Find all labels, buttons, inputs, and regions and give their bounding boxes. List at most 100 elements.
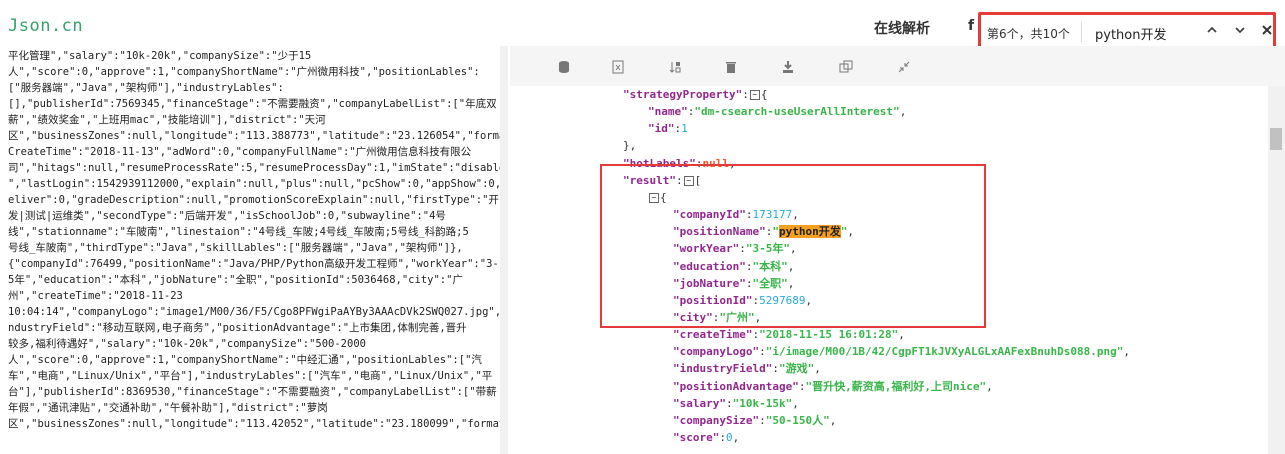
tree-row: "name":"dm-csearch-useUserAllInterest", [648,103,906,120]
find-input[interactable]: python开发 [1095,24,1166,43]
delete-icon[interactable] [723,60,739,76]
collapse-toggle-icon[interactable]: − [683,175,694,186]
json-number-value: 173177 [752,208,793,222]
json-string-value: "本科" [752,260,787,273]
raw-json-line: [],"publisherId":7569345,"financeStage":… [8,98,497,110]
json-string-value: "10k-15k" [733,397,793,410]
sort-icon[interactable] [667,60,683,76]
tree-row: "companyId":173177, [673,206,799,223]
json-string-value: "晋升快,薪资高,福利好,上司nice" [805,380,986,393]
raw-json-line: ndustryField":"移动互联网,电子商务","positionAdva… [8,322,467,334]
json-key: "salary" [673,396,726,410]
json-key: "createTime" [673,328,753,342]
raw-json-line: 较多,福利待遇好","salary":"10k-20k","companySiz… [8,338,366,350]
raw-json-line: 州","createTime":"2018-11-23 [8,290,183,302]
punctuation: { [660,190,667,204]
json-null-value: null [702,156,729,170]
json-tree-view: "strategyProperty": −{"name":"dm-csearch-… [510,86,1268,454]
find-bar: 第6个，共10个 python开发 [978,12,1276,50]
viewer-toolbar [510,46,1270,86]
punctuation: : [739,242,746,256]
punctuation: : [675,173,683,187]
raw-json-line: 5年","education":"本科","jobNature":"全职","p… [8,274,463,286]
json-string-value: "dm-csearch-useUserAllInterest" [694,105,900,119]
chevron-up-icon[interactable] [1201,21,1223,43]
json-string-value: "游戏" [779,362,814,375]
raw-json-line: 人","score":0,"approve":1,"companyShortNa… [8,354,482,366]
tree-row: }, [623,137,636,154]
database-icon[interactable] [556,60,572,76]
raw-json-line: 号线_车陂南","thirdType":"Java","skillLables"… [8,242,463,254]
punctuation: : [725,396,733,410]
json-key: "positionAdvantage" [673,379,799,393]
chevron-down-icon[interactable] [1229,21,1251,43]
editor-scrollbar[interactable] [500,46,508,454]
tree-row: "companySize":"50-150人", [673,412,836,429]
string-text: i/image/M00/1B/42/CgpFT1kJVXyALGLxAAFexB… [772,345,1117,359]
punctuation: , [986,379,993,393]
quote: " [759,328,766,342]
raw-json-line: 薪","绩效奖金","上班用mac","技能培训"],"district":"天… [8,114,326,126]
raw-json-editor[interactable]: 平化管理","salary":"10k-20k","companySize":"… [0,46,500,454]
json-number-value: 5297689 [759,293,806,307]
quote: " [781,276,788,290]
string-text: 晋升快,薪资高,福利好,上司nice [812,379,980,393]
tree-row: "education":"本科", [673,258,794,275]
punctuation: , [1123,345,1130,359]
punctuation: : [759,345,766,359]
string-text: 游戏 [785,362,808,376]
highlighted-string: python开发 [778,225,841,239]
string-text: 广州 [726,310,748,324]
raw-json-line: 平化管理","salary":"10k-20k","companySize":"… [8,50,312,62]
json-key: "positionName" [673,225,766,239]
tree-row: "workYear":"3-5年", [673,240,797,257]
json-string-value: "全职" [752,277,787,290]
tree-row: "createTime":"2018-11-15 16:01:28", [673,326,905,343]
punctuation: [ [694,173,702,187]
nav-item-partial[interactable]: f [968,18,974,34]
json-key: "name" [648,105,688,119]
json-key: "id" [648,122,675,136]
raw-json-line: 年假","通讯津贴","交通补助","午餐补助"],"district":"萝岗 [8,402,328,414]
punctuation: , [789,242,797,256]
punctuation: : [719,431,726,444]
collapse-toggle-icon[interactable]: − [649,192,659,203]
punctuation: , [792,396,799,410]
scrollbar-thumb[interactable] [1270,128,1282,150]
compress-icon[interactable] [896,60,912,76]
raw-json-line: 司","hitags":null,"resumeProcessRate":5,"… [8,162,500,174]
tree-row: "id":1 [648,120,688,137]
punctuation: : [759,413,766,427]
raw-json-line: 人","score":0,"approve":1,"companyShortNa… [8,66,480,78]
json-key: "result" [623,173,676,187]
json-key: "companyId" [673,208,746,222]
json-key: "hotLabels" [623,156,696,170]
raw-json-line: 10:04:14","companyLogo":"image1/M00/36/F… [8,306,500,318]
tree-row: "jobNature":"全职", [673,275,794,292]
excel-icon[interactable] [610,60,626,76]
punctuation: , [732,431,740,444]
raw-json-line: {"companyId":76499,"positionName":"Java/… [8,258,499,270]
tree-row: "city":"广州", [673,309,761,326]
copy-icon[interactable] [838,60,854,76]
site-logo[interactable]: Json.cn [8,16,83,36]
punctuation: : [742,88,749,101]
nav-online-parse[interactable]: 在线解析 [874,18,930,38]
json-string-value: "50-150人" [766,414,830,427]
collapse-toggle-icon[interactable]: − [749,90,760,100]
quote: " [719,310,726,324]
download-icon[interactable] [780,60,796,76]
raw-json-line: eliver":0,"gradeDescription":null,"promo… [8,194,499,206]
punctuation: , [814,362,821,376]
raw-json-lines: 平化管理","salary":"10k-20k","companySize":"… [0,46,500,432]
find-match-count: 第6个，共10个 [987,27,1070,41]
json-key: "city" [673,310,713,324]
json-key: "jobNature" [673,276,746,290]
json-key: "industryField" [673,362,773,376]
find-divider [1081,22,1082,42]
json-key: "score" [673,431,720,444]
close-icon[interactable] [1256,21,1278,43]
viewer-scrollbar[interactable] [1268,86,1285,454]
json-key: "strategyProperty" [623,88,743,101]
punctuation: , [792,208,799,222]
